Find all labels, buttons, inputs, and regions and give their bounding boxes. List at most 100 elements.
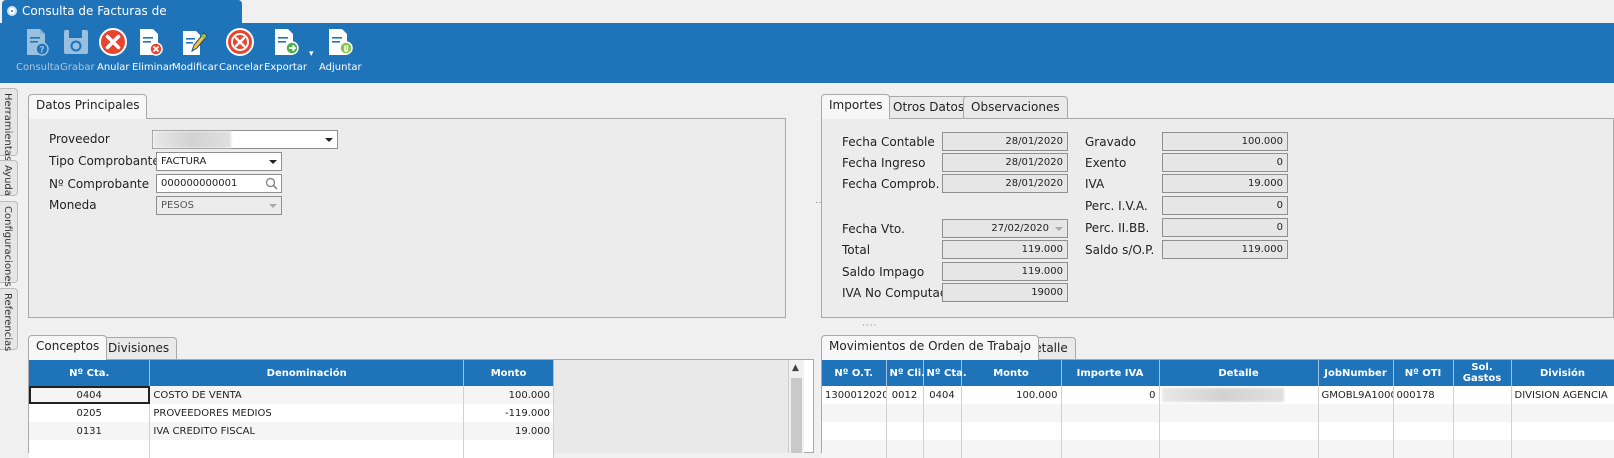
- tab-datos-principales[interactable]: Datos Principales: [28, 94, 148, 119]
- table-row[interactable]: 1300012020 0012 0404 100.000 0 GMOBL9A10…: [822, 386, 1614, 404]
- cell-jobnumber[interactable]: GMOBL9A10001: [1318, 386, 1394, 404]
- chevron-down-icon: [269, 160, 277, 164]
- cell-sol-gastos[interactable]: [1453, 386, 1512, 404]
- cell-cli[interactable]: 0012: [886, 386, 924, 404]
- iva-field[interactable]: 19.000: [1162, 174, 1288, 193]
- exportar-button[interactable]: Exportar: [264, 27, 307, 79]
- column-header-cta[interactable]: Nº Cta.: [29, 360, 151, 386]
- eliminar-button[interactable]: Eliminar: [132, 27, 173, 79]
- chevron-down-icon: [325, 138, 333, 142]
- tab-otros-datos[interactable]: Otros Datos: [885, 96, 973, 119]
- cancelar-label: Cancelar: [219, 62, 264, 73]
- window-tab[interactable]: Consulta de Facturas de Proveedores: [2, 0, 242, 41]
- perc-iva-field[interactable]: 0: [1162, 196, 1288, 215]
- tab-movimientos[interactable]: Movimientos de Orden de Trabajo: [821, 335, 1039, 360]
- column-header-monto[interactable]: Monto: [961, 360, 1062, 386]
- fecha-vto-label: Fecha Vto.: [842, 222, 905, 236]
- column-header-importe-iva[interactable]: Importe IVA: [1061, 360, 1160, 386]
- fecha-ingreso-field[interactable]: 28/01/2020: [942, 153, 1068, 172]
- proveedor-label: Proveedor: [49, 132, 110, 146]
- saldo-impago-field[interactable]: 119.000: [942, 262, 1068, 281]
- tab-importes[interactable]: Importes: [821, 94, 891, 119]
- scroll-up-icon[interactable]: ▲: [792, 363, 799, 373]
- anular-button[interactable]: Anular: [97, 27, 130, 79]
- column-header-oti[interactable]: Nº OTI: [1393, 360, 1454, 386]
- cell-denominacion[interactable]: COSTO DE VENTA: [149, 386, 465, 404]
- horizontal-splitter[interactable]: ····: [862, 321, 877, 331]
- column-header-denominacion[interactable]: Denominación: [149, 360, 465, 386]
- cell-monto[interactable]: 100.000: [961, 386, 1062, 404]
- detalle-redacted: [1161, 388, 1284, 402]
- total-field[interactable]: 119.000: [942, 240, 1068, 259]
- perc-iibb-label: Perc. II.BB.: [1085, 221, 1150, 235]
- side-tab-herramientas-label: Herramientas: [2, 93, 13, 162]
- fecha-vto-select[interactable]: 27/02/2020: [942, 219, 1068, 238]
- tipo-comprobante-select[interactable]: FACTURA: [156, 152, 282, 171]
- tab-importes-label: Importes: [829, 98, 883, 112]
- numero-comprobante-value: 000000000001: [161, 178, 238, 189]
- cell-importe-iva[interactable]: 0: [1061, 386, 1160, 404]
- cell-ot[interactable]: 1300012020: [822, 386, 887, 404]
- tipo-comprobante-value: FACTURA: [161, 156, 207, 167]
- column-header-monto[interactable]: Monto: [463, 360, 554, 386]
- consulta-button[interactable]: ? Consulta: [16, 27, 60, 79]
- perc-iibb-field[interactable]: 0: [1162, 218, 1288, 237]
- column-header-detalle[interactable]: Detalle: [1159, 360, 1319, 386]
- cell-monto[interactable]: -119.000: [463, 404, 554, 422]
- table-row[interactable]: 0131 IVA CREDITO FISCAL 19.000: [29, 422, 554, 440]
- cell-cta[interactable]: 0404: [29, 386, 151, 404]
- column-header-ot[interactable]: Nº O.T.: [822, 360, 887, 386]
- moneda-select[interactable]: PESOS: [156, 196, 282, 215]
- cell-monto[interactable]: 19.000: [463, 422, 554, 440]
- gravado-field[interactable]: 100.000: [1162, 132, 1288, 151]
- side-tab-referencias[interactable]: Referencias: [0, 288, 18, 351]
- conceptos-table: Nº Cta. Denominación Monto 0404 COSTO DE…: [29, 360, 554, 458]
- cell-denominacion[interactable]: IVA CREDITO FISCAL: [149, 422, 465, 440]
- column-header-division[interactable]: División: [1511, 360, 1614, 386]
- tab-datos-principales-label: Datos Principales: [36, 98, 140, 112]
- tipo-comprobante-label: Tipo Comprobante: [49, 154, 160, 168]
- consulta-label: Consulta: [16, 62, 60, 73]
- iva-no-computado-field[interactable]: 19000: [942, 283, 1068, 302]
- numero-comprobante-label: Nº Comprobante: [49, 177, 150, 191]
- column-header-jobnumber[interactable]: JobNumber: [1318, 360, 1394, 386]
- side-tab-configuraciones[interactable]: Configuraciones: [0, 201, 18, 287]
- tab-observaciones[interactable]: Observaciones: [963, 96, 1068, 119]
- fecha-contable-field[interactable]: 28/01/2020: [942, 132, 1068, 151]
- column-header-sol-gastos[interactable]: Sol. Gastos: [1453, 360, 1512, 386]
- table-row[interactable]: 0404 COSTO DE VENTA 100.000: [29, 386, 554, 404]
- tab-divisiones[interactable]: Divisiones: [100, 337, 178, 360]
- fecha-vto-value: 27/02/2020: [991, 223, 1049, 234]
- scrollbar-thumb[interactable]: [791, 378, 802, 453]
- query-document-icon: ?: [27, 29, 49, 56]
- tab-conceptos[interactable]: Conceptos: [28, 335, 108, 360]
- cell-monto[interactable]: 100.000: [463, 386, 554, 404]
- column-header-cli[interactable]: Nº Cli.: [886, 360, 925, 386]
- search-icon[interactable]: [265, 177, 278, 190]
- exportar-dropdown-icon[interactable]: ▾: [309, 49, 314, 59]
- side-tab-ayuda[interactable]: Ayuda: [0, 160, 18, 196]
- cell-cta[interactable]: 0131: [29, 422, 151, 440]
- saldo-impago-label: Saldo Impago: [842, 265, 925, 279]
- cancelar-button[interactable]: Cancelar: [219, 27, 264, 79]
- cell-division[interactable]: DIVISION AGENCIA: [1511, 386, 1614, 404]
- saldo-op-field[interactable]: 119.000: [1162, 240, 1288, 259]
- table-row[interactable]: 0205 PROVEEDORES MEDIOS -119.000: [29, 404, 554, 422]
- conceptos-empty-area: [554, 360, 788, 453]
- cell-denominacion[interactable]: PROVEEDORES MEDIOS: [149, 404, 465, 422]
- column-header-cta[interactable]: Nº Cta.: [923, 360, 967, 386]
- side-tab-herramientas[interactable]: Herramientas: [0, 88, 18, 161]
- cell-cta[interactable]: 0404: [923, 386, 962, 404]
- modificar-button[interactable]: Modificar: [172, 27, 218, 79]
- svg-text:?: ?: [39, 46, 44, 56]
- datos-principales-panel: [28, 118, 786, 318]
- conceptos-scrollbar[interactable]: ▲: [788, 360, 804, 453]
- grabar-button[interactable]: Grabar: [60, 27, 95, 79]
- cell-oti[interactable]: 000178: [1393, 386, 1454, 404]
- cell-cta[interactable]: 0205: [29, 404, 151, 422]
- exento-field[interactable]: 0: [1162, 153, 1288, 172]
- adjuntar-button[interactable]: Adjuntar: [319, 27, 362, 79]
- numero-comprobante-input[interactable]: 000000000001: [156, 174, 282, 193]
- cell-detalle[interactable]: [1159, 386, 1319, 404]
- fecha-comprob-field[interactable]: 28/01/2020: [942, 174, 1068, 193]
